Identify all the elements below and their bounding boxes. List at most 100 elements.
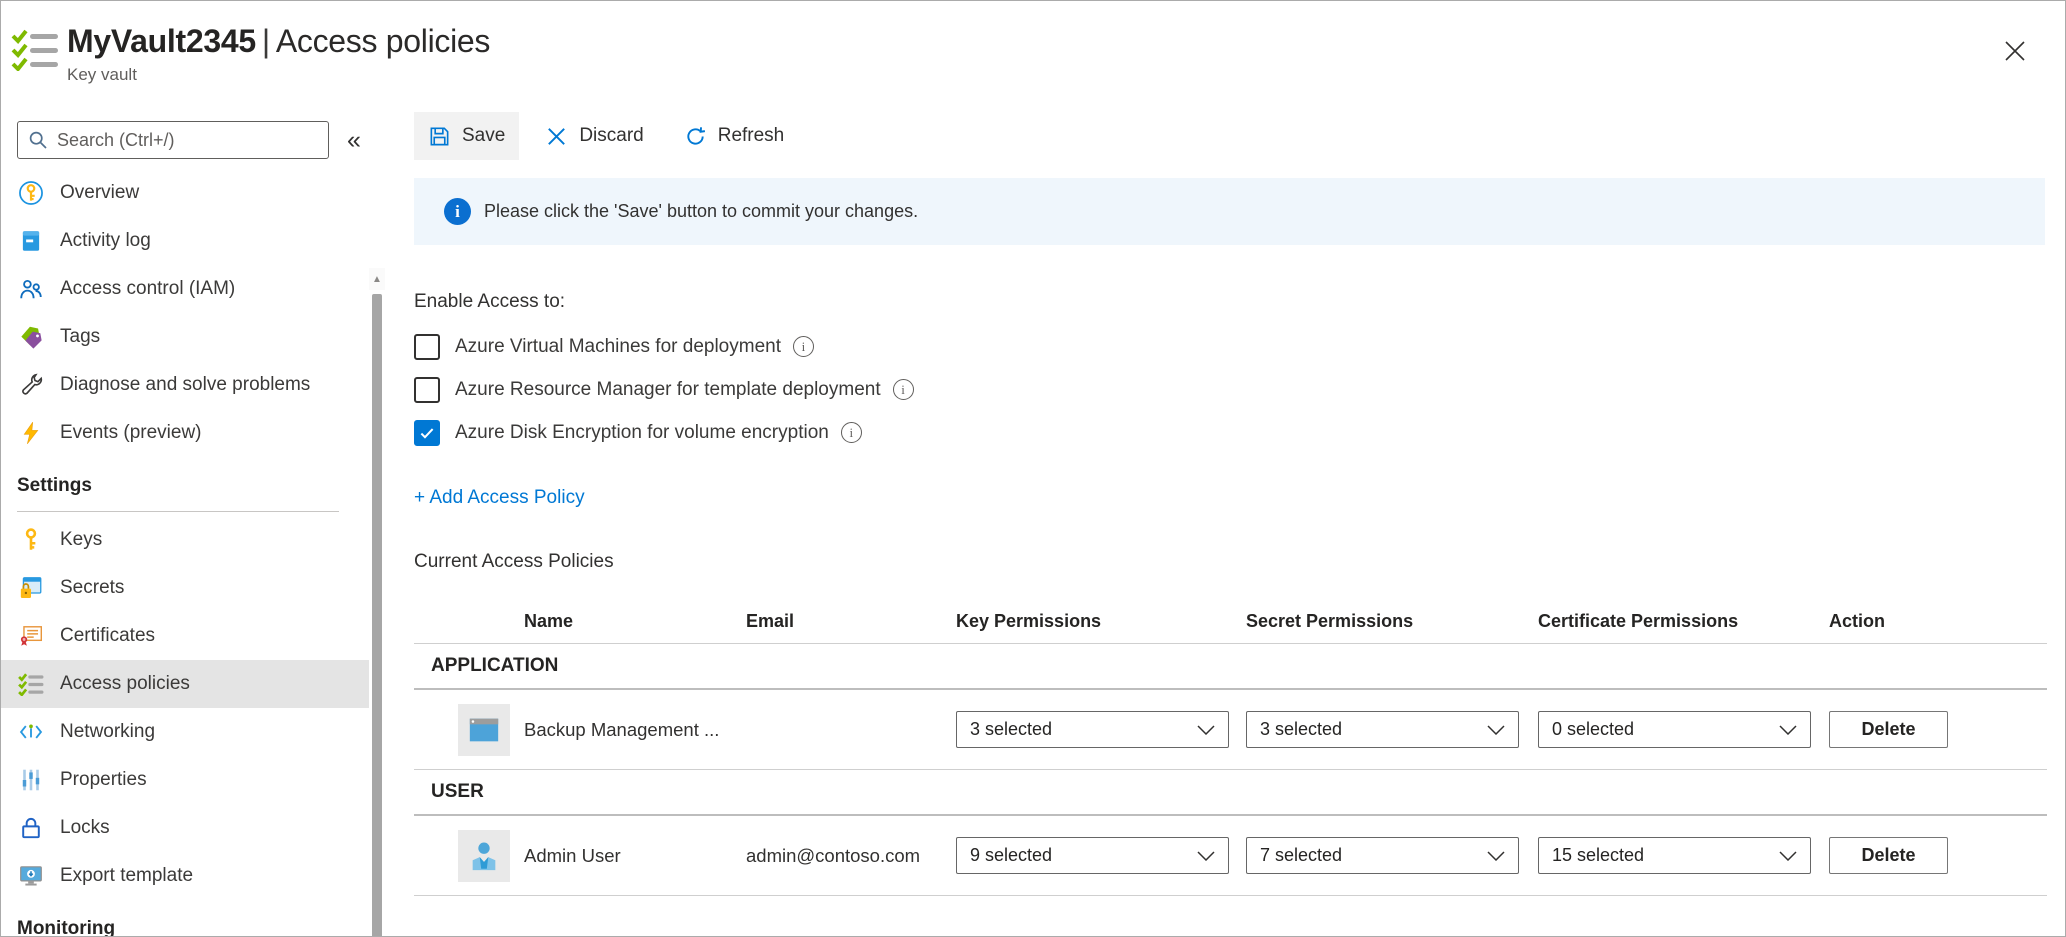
key-circle-icon bbox=[17, 180, 44, 207]
column-header-name: Name bbox=[524, 611, 746, 632]
certificate-permissions-dropdown[interactable]: 15 selected bbox=[1538, 837, 1811, 874]
title-separator: | bbox=[256, 23, 276, 59]
checkbox-label: Azure Disk Encryption for volume encrypt… bbox=[455, 422, 829, 444]
checkbox-row-vm-deployment: Azure Virtual Machines for deployment i bbox=[414, 325, 2045, 368]
access-policies-table: Name Email Key Permissions Secret Permis… bbox=[414, 599, 2047, 896]
sliders-icon bbox=[17, 767, 44, 794]
blade-name: Access policies bbox=[276, 23, 490, 59]
sidebar-item-label: Secrets bbox=[60, 577, 124, 599]
sidebar-item-properties[interactable]: Properties bbox=[1, 756, 386, 804]
policy-name: Admin User bbox=[524, 845, 746, 867]
lock-icon bbox=[17, 815, 44, 842]
resource-menu-sidebar: « Overview bbox=[1, 101, 386, 937]
sidebar-item-label: Export template bbox=[60, 865, 193, 887]
sidebar-item-overview[interactable]: Overview bbox=[1, 169, 386, 217]
info-tooltip-icon[interactable]: i bbox=[893, 379, 914, 400]
key-permissions-dropdown[interactable]: 9 selected bbox=[956, 837, 1229, 874]
dropdown-value: 9 selected bbox=[970, 845, 1052, 866]
column-header-key-permissions: Key Permissions bbox=[956, 611, 1246, 632]
group-label: USER bbox=[414, 781, 2047, 803]
sidebar-menu: Overview Activity log bbox=[1, 169, 386, 937]
refresh-label: Refresh bbox=[718, 125, 785, 147]
scrollbar-thumb[interactable] bbox=[372, 294, 382, 937]
sidebar-item-label: Networking bbox=[60, 721, 155, 743]
people-icon bbox=[17, 276, 44, 303]
sidebar-item-label: Diagnose and solve problems bbox=[60, 374, 310, 396]
disk-encryption-checkbox[interactable] bbox=[414, 420, 440, 446]
sidebar-item-access-control-iam[interactable]: Access control (IAM) bbox=[1, 265, 386, 313]
secret-permissions-dropdown[interactable]: 3 selected bbox=[1246, 711, 1519, 748]
table-row: Admin User admin@contoso.com 9 selected … bbox=[414, 816, 2047, 896]
dropdown-value: 3 selected bbox=[970, 719, 1052, 740]
discard-x-icon bbox=[545, 125, 568, 148]
sidebar-scrollbar[interactable]: ▲ bbox=[369, 268, 385, 937]
sidebar-item-label: Access policies bbox=[60, 673, 190, 695]
delete-button[interactable]: Delete bbox=[1829, 711, 1948, 748]
enable-access-label: Enable Access to: bbox=[414, 291, 2045, 313]
sidebar-item-access-policies[interactable]: Access policies bbox=[1, 660, 369, 708]
group-row-user: USER bbox=[414, 770, 2047, 816]
sidebar-item-label: Overview bbox=[60, 182, 139, 204]
scrollbar-up-arrow-icon[interactable]: ▲ bbox=[369, 268, 385, 290]
export-template-icon bbox=[17, 863, 44, 890]
close-blade-button[interactable] bbox=[2001, 37, 2029, 65]
wrench-icon bbox=[17, 372, 44, 399]
sidebar-group-monitoring: Monitoring bbox=[1, 900, 386, 937]
column-header-action: Action bbox=[1829, 611, 2047, 632]
table-row: Backup Management ... 3 selected 3 selec… bbox=[414, 690, 2047, 770]
sidebar-item-locks[interactable]: Locks bbox=[1, 804, 386, 852]
certificate-permissions-dropdown[interactable]: 0 selected bbox=[1538, 711, 1811, 748]
search-input[interactable] bbox=[57, 130, 318, 151]
key-permissions-dropdown[interactable]: 3 selected bbox=[956, 711, 1229, 748]
refresh-button[interactable]: Refresh bbox=[670, 112, 799, 160]
sidebar-item-keys[interactable]: Keys bbox=[1, 516, 386, 564]
sidebar-item-export-template[interactable]: Export template bbox=[1, 852, 386, 900]
chevron-down-icon bbox=[1197, 851, 1215, 861]
collapse-sidebar-button[interactable]: « bbox=[347, 128, 361, 153]
blade-content: Save Discard Refresh i bbox=[386, 101, 2065, 937]
info-tooltip-icon[interactable]: i bbox=[841, 422, 862, 443]
sidebar-item-activity-log[interactable]: Activity log bbox=[1, 217, 386, 265]
sidebar-item-diagnose[interactable]: Diagnose and solve problems bbox=[1, 361, 386, 409]
search-icon bbox=[28, 130, 48, 150]
vault-name: MyVault2345 bbox=[67, 23, 256, 59]
checklist-icon bbox=[17, 671, 44, 698]
group-label: APPLICATION bbox=[414, 655, 2047, 677]
discard-button[interactable]: Discard bbox=[531, 112, 657, 160]
user-icon bbox=[458, 830, 510, 882]
sidebar-item-label: Certificates bbox=[60, 625, 155, 647]
save-icon bbox=[428, 125, 451, 148]
checkbox-label: Azure Virtual Machines for deployment bbox=[455, 336, 781, 358]
chevron-down-icon bbox=[1487, 851, 1505, 861]
enable-access-options: Azure Virtual Machines for deployment i … bbox=[414, 325, 2045, 454]
sidebar-item-label: Tags bbox=[60, 326, 100, 348]
vm-deployment-checkbox[interactable] bbox=[414, 334, 440, 360]
certificate-icon bbox=[17, 623, 44, 650]
save-button[interactable]: Save bbox=[414, 112, 519, 160]
column-header-certificate-permissions: Certificate Permissions bbox=[1538, 611, 1829, 632]
info-tooltip-icon[interactable]: i bbox=[793, 336, 814, 357]
activity-log-icon bbox=[17, 228, 44, 255]
secret-permissions-dropdown[interactable]: 7 selected bbox=[1246, 837, 1519, 874]
sidebar-item-certificates[interactable]: Certificates bbox=[1, 612, 386, 660]
sidebar-item-label: Keys bbox=[60, 529, 102, 551]
chevron-down-icon bbox=[1197, 725, 1215, 735]
chevron-down-icon bbox=[1487, 725, 1505, 735]
chevron-down-icon bbox=[1779, 851, 1797, 861]
sidebar-item-networking[interactable]: Networking bbox=[1, 708, 386, 756]
title-block: MyVault2345|Access policies Key vault bbox=[67, 23, 490, 85]
refresh-icon bbox=[684, 125, 707, 148]
arm-template-checkbox[interactable] bbox=[414, 377, 440, 403]
info-icon: i bbox=[444, 198, 471, 225]
page-title: MyVault2345|Access policies bbox=[67, 23, 490, 59]
add-access-policy-link[interactable]: + Add Access Policy bbox=[414, 487, 585, 509]
sidebar-item-tags[interactable]: Tags bbox=[1, 313, 386, 361]
sidebar-item-secrets[interactable]: Secrets bbox=[1, 564, 386, 612]
delete-button[interactable]: Delete bbox=[1829, 837, 1948, 874]
sidebar-item-label: Locks bbox=[60, 817, 110, 839]
policy-name: Backup Management ... bbox=[524, 719, 746, 741]
info-banner: i Please click the 'Save' button to comm… bbox=[414, 178, 2045, 245]
sidebar-search-box bbox=[17, 121, 329, 159]
sidebar-item-events-preview[interactable]: Events (preview) bbox=[1, 409, 386, 457]
group-row-application: APPLICATION bbox=[414, 644, 2047, 690]
